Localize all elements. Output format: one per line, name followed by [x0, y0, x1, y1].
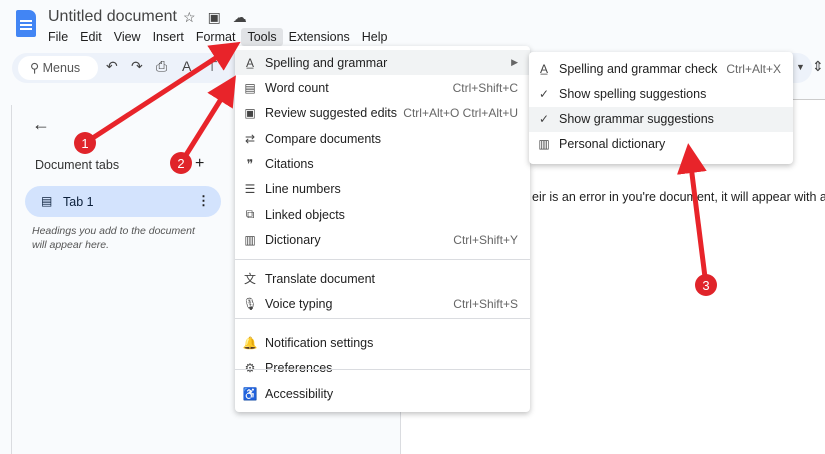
- svg-text:2: 2: [177, 156, 184, 171]
- badge-3: 3: [695, 274, 717, 296]
- annotation-layer: 1 2 3: [74, 41, 717, 296]
- svg-text:1: 1: [81, 136, 88, 151]
- arrow-3: [676, 143, 709, 286]
- arrow-1: [83, 41, 241, 146]
- arrow-2: [178, 75, 236, 165]
- svg-text:3: 3: [702, 278, 709, 293]
- badge-2: 2: [170, 152, 192, 174]
- badge-1: 1: [74, 132, 96, 154]
